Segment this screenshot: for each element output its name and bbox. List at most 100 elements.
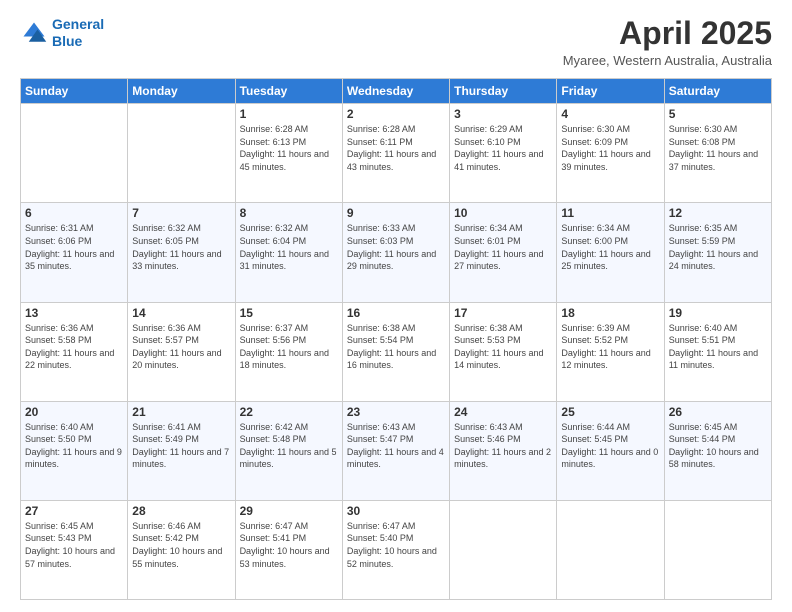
day-number: 28: [132, 504, 230, 518]
col-header-thursday: Thursday: [450, 79, 557, 104]
calendar-cell: 13Sunrise: 6:36 AMSunset: 5:58 PMDayligh…: [21, 302, 128, 401]
calendar-cell: 8Sunrise: 6:32 AMSunset: 6:04 PMDaylight…: [235, 203, 342, 302]
header: General Blue April 2025 Myaree, Western …: [20, 16, 772, 68]
day-number: 22: [240, 405, 338, 419]
day-number: 12: [669, 206, 767, 220]
calendar-cell: 30Sunrise: 6:47 AMSunset: 5:40 PMDayligh…: [342, 500, 449, 599]
day-number: 30: [347, 504, 445, 518]
calendar-cell: 26Sunrise: 6:45 AMSunset: 5:44 PMDayligh…: [664, 401, 771, 500]
calendar-cell: 22 Sunrise: 6:42 AMSunset: 5:48 PMDayligh…: [235, 401, 342, 500]
calendar-cell: 15 Sunrise: 6:37 AMSunset: 5:56 PMDayligh…: [235, 302, 342, 401]
calendar-cell: 23Sunrise: 6:43 AMSunset: 5:47 PMDayligh…: [342, 401, 449, 500]
calendar-cell: 25 Sunrise: 6:44 AMSunset: 5:45 PMDayligh…: [557, 401, 664, 500]
logo: General Blue: [20, 16, 104, 50]
logo-line1: General: [52, 16, 104, 32]
logo-line2: Blue: [52, 33, 82, 49]
col-header-friday: Friday: [557, 79, 664, 104]
day-number: 2: [347, 107, 445, 121]
calendar-cell: 14 Sunrise: 6:36 AMSunset: 5:57 PMDayligh…: [128, 302, 235, 401]
day-detail: Sunrise: 6:47 AMSunset: 5:41 PMDaylight:…: [240, 520, 338, 570]
day-detail: Sunrise: 6:41 AMSunset: 5:49 PMDaylight:…: [132, 421, 230, 471]
main-title: April 2025: [563, 16, 772, 51]
calendar-cell: [450, 500, 557, 599]
calendar-cell: 2 Sunrise: 6:28 AMSunset: 6:11 PMDaylight…: [342, 104, 449, 203]
day-number: 27: [25, 504, 123, 518]
day-detail: Sunrise: 6:42 AMSunset: 5:48 PMDaylight:…: [240, 421, 338, 471]
calendar-cell: 10 Sunrise: 6:34 AMSunset: 6:01 PMDayligh…: [450, 203, 557, 302]
calendar-cell: 7 Sunrise: 6:32 AMSunset: 6:05 PMDaylight…: [128, 203, 235, 302]
day-number: 23: [347, 405, 445, 419]
day-detail: Sunrise: 6:28 AMSunset: 6:11 PMDaylight:…: [347, 123, 445, 173]
day-detail: Sunrise: 6:30 AMSunset: 6:09 PMDaylight:…: [561, 123, 659, 173]
page: General Blue April 2025 Myaree, Western …: [0, 0, 792, 612]
day-number: 1: [240, 107, 338, 121]
day-number: 7: [132, 206, 230, 220]
title-block: April 2025 Myaree, Western Australia, Au…: [563, 16, 772, 68]
calendar-cell: 28 Sunrise: 6:46 AMSunset: 5:42 PMDayligh…: [128, 500, 235, 599]
day-detail: Sunrise: 6:40 AMSunset: 5:50 PMDaylight:…: [25, 421, 123, 471]
day-detail: Sunrise: 6:38 AMSunset: 5:53 PMDaylight:…: [454, 322, 552, 372]
calendar-table: SundayMondayTuesdayWednesdayThursdayFrid…: [20, 78, 772, 600]
calendar-cell: [21, 104, 128, 203]
day-detail: Sunrise: 6:43 AMSunset: 5:46 PMDaylight:…: [454, 421, 552, 471]
col-header-sunday: Sunday: [21, 79, 128, 104]
col-header-saturday: Saturday: [664, 79, 771, 104]
day-detail: Sunrise: 6:37 AMSunset: 5:56 PMDaylight:…: [240, 322, 338, 372]
day-number: 6: [25, 206, 123, 220]
logo-text: General Blue: [52, 16, 104, 50]
day-number: 25: [561, 405, 659, 419]
day-number: 19: [669, 306, 767, 320]
col-header-tuesday: Tuesday: [235, 79, 342, 104]
day-detail: Sunrise: 6:34 AMSunset: 6:01 PMDaylight:…: [454, 222, 552, 272]
day-detail: Sunrise: 6:36 AMSunset: 5:57 PMDaylight:…: [132, 322, 230, 372]
calendar-cell: 3 Sunrise: 6:29 AMSunset: 6:10 PMDaylight…: [450, 104, 557, 203]
day-number: 26: [669, 405, 767, 419]
calendar-cell: 9Sunrise: 6:33 AMSunset: 6:03 PMDaylight…: [342, 203, 449, 302]
calendar-cell: 21 Sunrise: 6:41 AMSunset: 5:49 PMDayligh…: [128, 401, 235, 500]
day-number: 18: [561, 306, 659, 320]
calendar-cell: 12 Sunrise: 6:35 AMSunset: 5:59 PMDayligh…: [664, 203, 771, 302]
day-number: 5: [669, 107, 767, 121]
calendar-cell: 6 Sunrise: 6:31 AMSunset: 6:06 PMDaylight…: [21, 203, 128, 302]
day-detail: Sunrise: 6:34 AMSunset: 6:00 PMDaylight:…: [561, 222, 659, 272]
calendar-cell: 18 Sunrise: 6:39 AMSunset: 5:52 PMDayligh…: [557, 302, 664, 401]
day-detail: Sunrise: 6:31 AMSunset: 6:06 PMDaylight:…: [25, 222, 123, 272]
day-detail: Sunrise: 6:33 AMSunset: 6:03 PMDaylight:…: [347, 222, 445, 272]
day-number: 3: [454, 107, 552, 121]
day-detail: Sunrise: 6:39 AMSunset: 5:52 PMDaylight:…: [561, 322, 659, 372]
subtitle: Myaree, Western Australia, Australia: [563, 53, 772, 68]
day-number: 13: [25, 306, 123, 320]
day-number: 24: [454, 405, 552, 419]
day-detail: Sunrise: 6:38 AMSunset: 5:54 PMDaylight:…: [347, 322, 445, 372]
day-detail: Sunrise: 6:44 AMSunset: 5:45 PMDaylight:…: [561, 421, 659, 471]
week-row-1: 6 Sunrise: 6:31 AMSunset: 6:06 PMDaylight…: [21, 203, 772, 302]
logo-icon: [20, 19, 48, 47]
calendar-cell: 27Sunrise: 6:45 AMSunset: 5:43 PMDayligh…: [21, 500, 128, 599]
calendar-cell: 1 Sunrise: 6:28 AMSunset: 6:13 PMDaylight…: [235, 104, 342, 203]
day-number: 15: [240, 306, 338, 320]
day-number: 8: [240, 206, 338, 220]
calendar-cell: 20 Sunrise: 6:40 AMSunset: 5:50 PMDayligh…: [21, 401, 128, 500]
day-number: 11: [561, 206, 659, 220]
day-detail: Sunrise: 6:29 AMSunset: 6:10 PMDaylight:…: [454, 123, 552, 173]
calendar-cell: 29Sunrise: 6:47 AMSunset: 5:41 PMDayligh…: [235, 500, 342, 599]
week-row-0: 1 Sunrise: 6:28 AMSunset: 6:13 PMDaylight…: [21, 104, 772, 203]
calendar-cell: 16Sunrise: 6:38 AMSunset: 5:54 PMDayligh…: [342, 302, 449, 401]
day-number: 21: [132, 405, 230, 419]
day-detail: Sunrise: 6:35 AMSunset: 5:59 PMDaylight:…: [669, 222, 767, 272]
week-row-4: 27Sunrise: 6:45 AMSunset: 5:43 PMDayligh…: [21, 500, 772, 599]
day-number: 4: [561, 107, 659, 121]
day-detail: Sunrise: 6:30 AMSunset: 6:08 PMDaylight:…: [669, 123, 767, 173]
calendar-cell: 19 Sunrise: 6:40 AMSunset: 5:51 PMDayligh…: [664, 302, 771, 401]
day-number: 20: [25, 405, 123, 419]
calendar-cell: 4 Sunrise: 6:30 AMSunset: 6:09 PMDaylight…: [557, 104, 664, 203]
day-detail: Sunrise: 6:28 AMSunset: 6:13 PMDaylight:…: [240, 123, 338, 173]
calendar-cell: 11 Sunrise: 6:34 AMSunset: 6:00 PMDayligh…: [557, 203, 664, 302]
day-detail: Sunrise: 6:40 AMSunset: 5:51 PMDaylight:…: [669, 322, 767, 372]
day-detail: Sunrise: 6:46 AMSunset: 5:42 PMDaylight:…: [132, 520, 230, 570]
day-number: 10: [454, 206, 552, 220]
week-row-2: 13Sunrise: 6:36 AMSunset: 5:58 PMDayligh…: [21, 302, 772, 401]
day-number: 14: [132, 306, 230, 320]
day-detail: Sunrise: 6:32 AMSunset: 6:05 PMDaylight:…: [132, 222, 230, 272]
calendar-cell: 24 Sunrise: 6:43 AMSunset: 5:46 PMDayligh…: [450, 401, 557, 500]
